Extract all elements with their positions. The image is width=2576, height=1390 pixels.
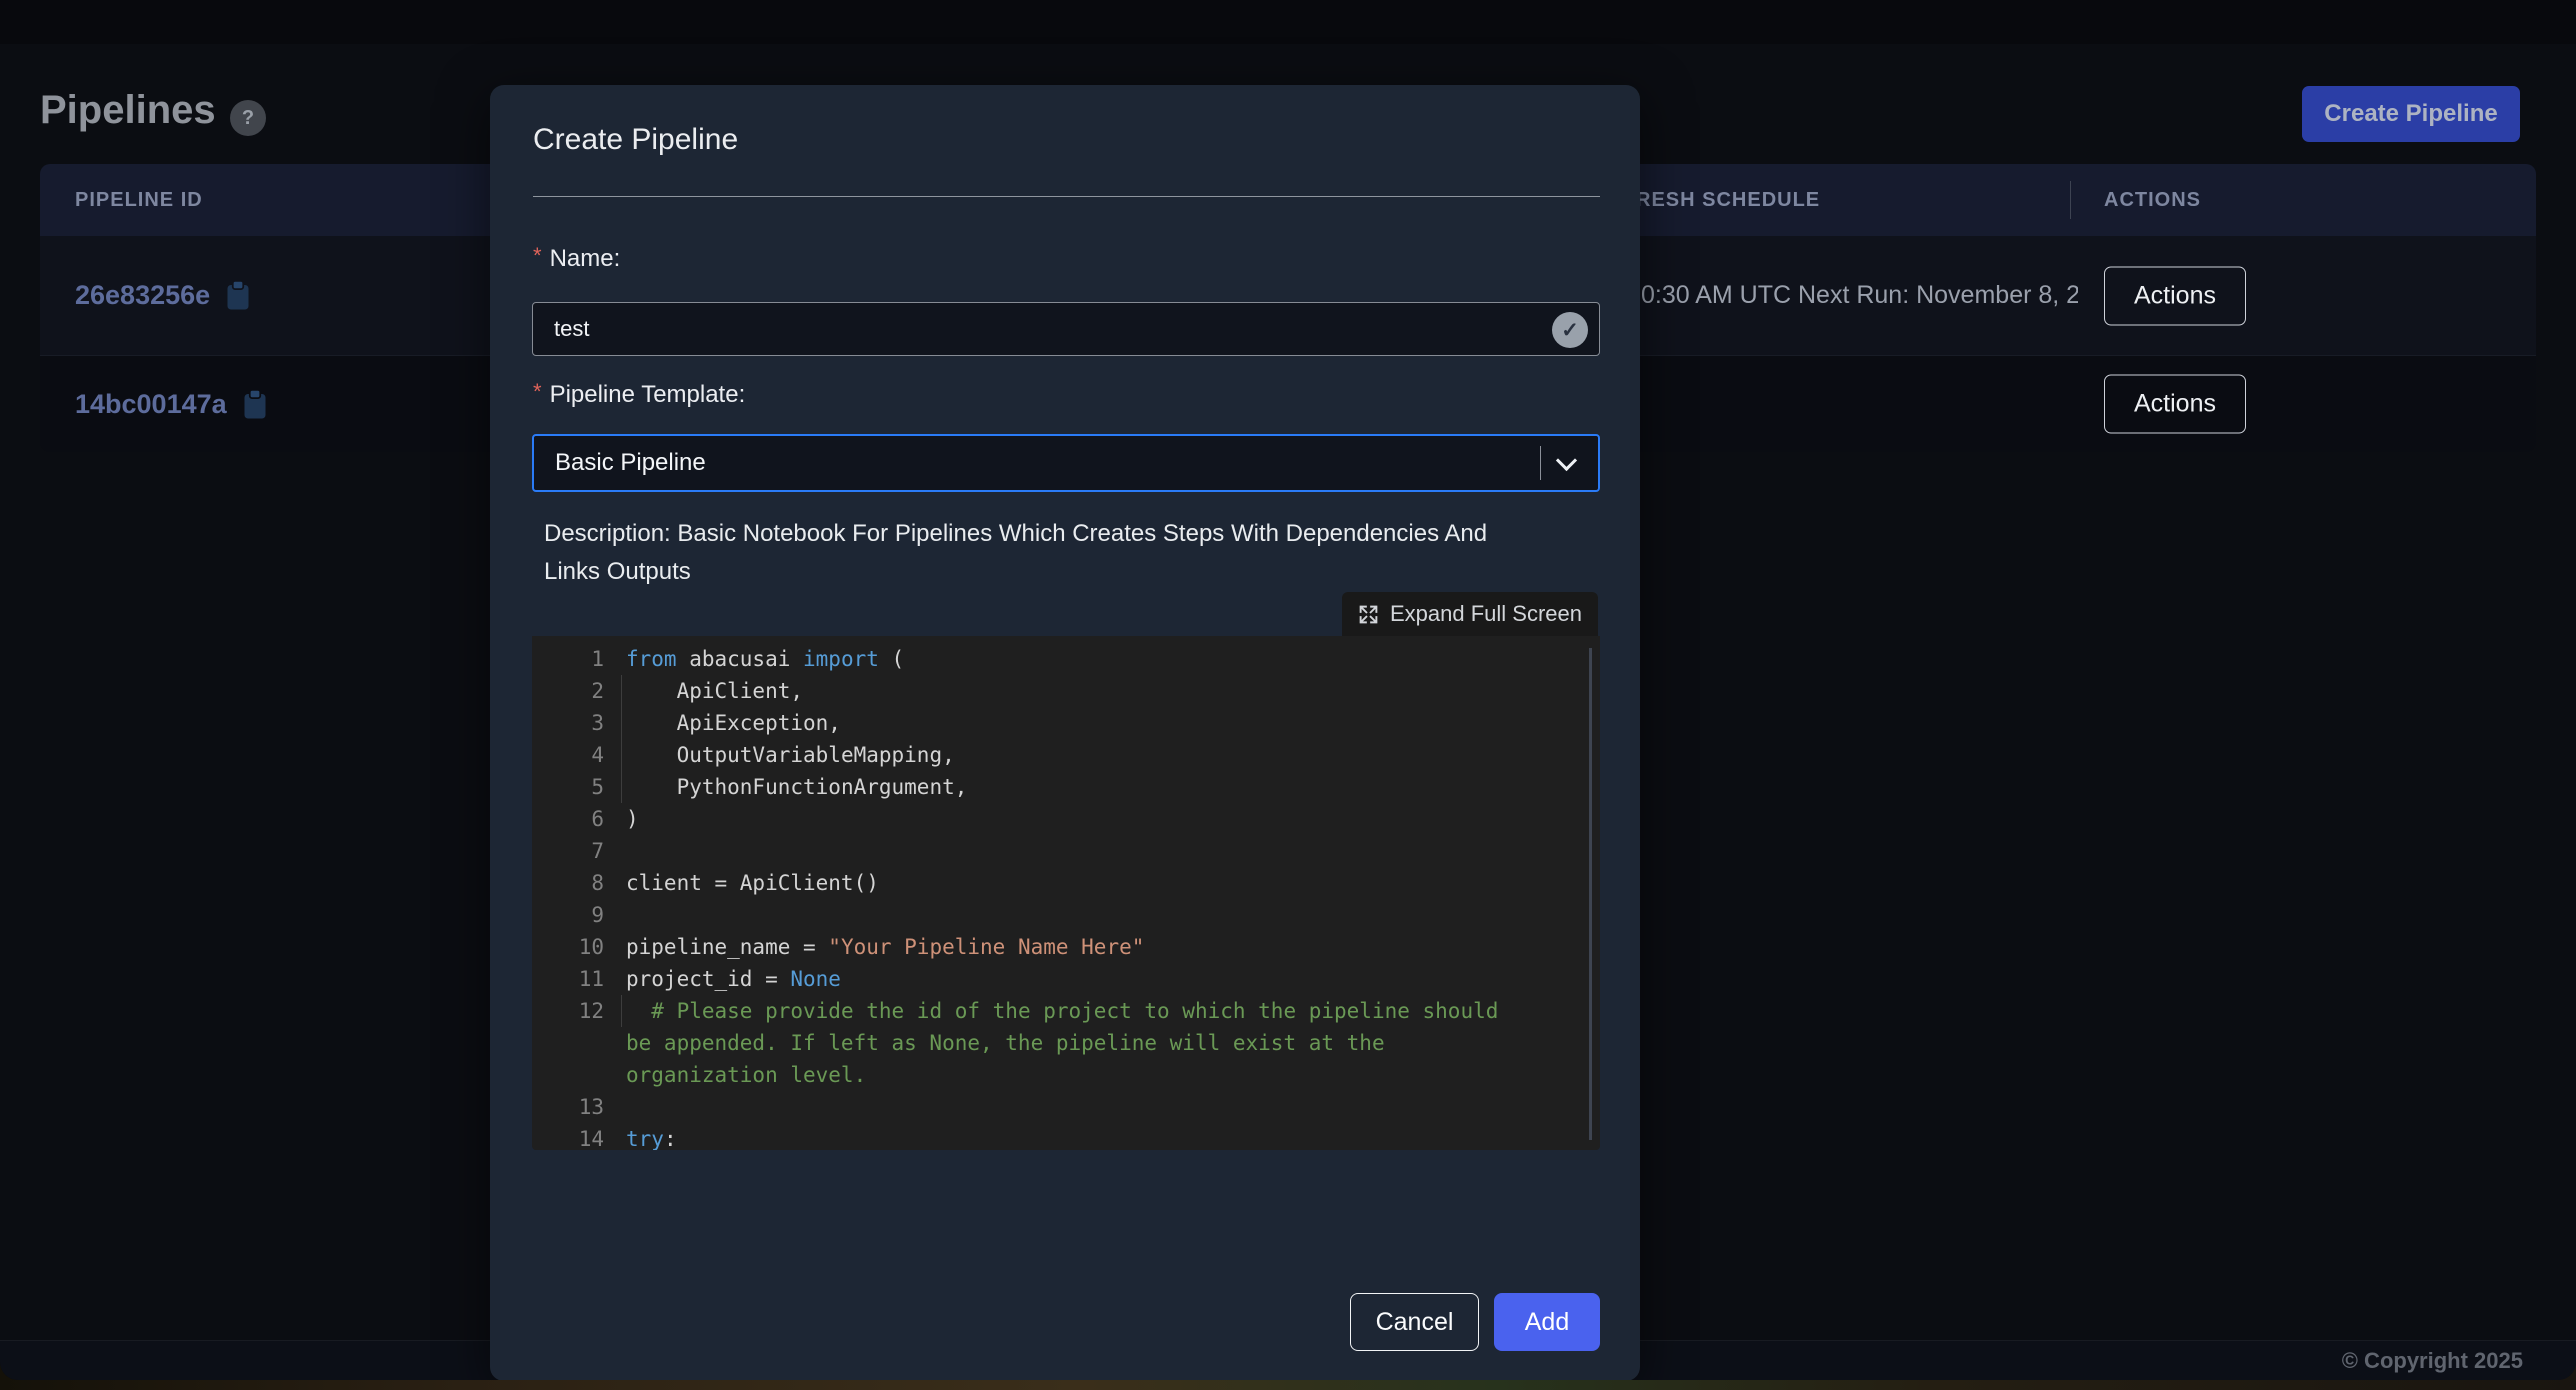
column-header-actions: ACTIONS [2104,164,2201,236]
selected-template-value: Basic Pipeline [555,436,706,490]
name-input-value: test [554,303,589,355]
select-separator [1540,446,1541,480]
help-icon[interactable]: ? [230,100,266,136]
pipeline-id-link[interactable]: 26e83256e [75,280,210,311]
code-lines: 1from abacusai import (2 ApiClient,3 Api… [532,643,1600,1150]
chevron-down-icon [1556,450,1577,471]
pipeline-id-link[interactable]: 14bc00147a [75,389,227,420]
name-label: *Name: [533,245,620,273]
column-header-pipeline-id: PIPELINE ID [75,164,203,236]
create-pipeline-modal: Create Pipeline *Name: test ✓ *Pipeline … [490,85,1640,1380]
modal-title: Create Pipeline [533,123,738,157]
expand-icon [1358,604,1379,625]
code-editor[interactable]: 1from abacusai import (2 ApiClient,3 Api… [532,636,1600,1150]
cancel-button[interactable]: Cancel [1350,1293,1479,1351]
top-bar [0,0,2576,44]
copyright-text: © Copyright 2025 [2342,1341,2523,1380]
column-header-refresh-schedule: RESH SCHEDULE [1636,164,1820,236]
required-marker: * [533,243,542,268]
add-button[interactable]: Add [1494,1293,1600,1351]
page-title: Pipelines [40,88,216,133]
column-separator [2070,181,2071,219]
expand-full-screen-button[interactable]: Expand Full Screen [1342,592,1598,636]
modal-divider [533,196,1600,197]
row-actions-button[interactable]: Actions [2104,266,2246,325]
code-scrollbar[interactable] [1589,648,1592,1140]
refresh-schedule-cell: 0:30 AM UTC Next Run: November 8, 2 [1641,236,2078,355]
name-input[interactable]: test ✓ [532,302,1600,356]
create-pipeline-button[interactable]: Create Pipeline [2302,86,2520,142]
required-marker: * [533,379,542,404]
copy-icon[interactable] [224,279,252,312]
pipeline-template-select[interactable]: Basic Pipeline [532,434,1600,492]
template-description: Description: Basic Notebook For Pipeline… [544,515,1529,591]
row-actions-button[interactable]: Actions [2104,375,2246,434]
desktop-background: Pipelines ? Create Pipeline PIPELINE ID … [0,0,2576,1390]
app-window: Pipelines ? Create Pipeline PIPELINE ID … [0,0,2576,1380]
pipeline-template-label: *Pipeline Template: [533,381,745,409]
valid-check-icon: ✓ [1552,312,1588,348]
copy-icon[interactable] [241,388,269,421]
